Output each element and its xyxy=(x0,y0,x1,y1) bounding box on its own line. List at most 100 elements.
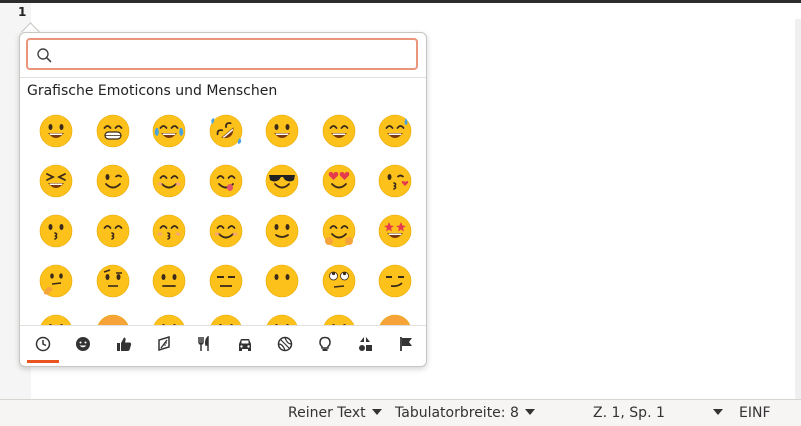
grinning-face-smiling-eyes-icon xyxy=(322,114,355,148)
emoji-grinning-face-big-eyes[interactable] xyxy=(253,107,309,157)
category-smileys-button[interactable] xyxy=(63,326,103,364)
emoji-category-bar xyxy=(20,326,426,366)
vertical-scrollbar[interactable] xyxy=(795,19,801,399)
chevron-down-icon xyxy=(524,409,535,415)
window-top-edge xyxy=(0,0,801,3)
emoji-rolling-on-floor-laughing[interactable] xyxy=(197,107,253,157)
car-icon xyxy=(238,339,251,351)
emoji-kissing-face-smiling-eyes[interactable] xyxy=(84,207,140,257)
emoji-face-without-mouth[interactable] xyxy=(253,257,309,307)
neutral-face-icon xyxy=(152,264,186,298)
emoji-partial-3[interactable] xyxy=(140,307,196,325)
emoji-search-input[interactable] xyxy=(58,43,412,67)
emoji-grinning-face-with-sweat[interactable] xyxy=(366,107,422,157)
cursor-position-label: Z. 1, Sp. 1 xyxy=(593,405,665,421)
ball-icon xyxy=(277,336,293,352)
category-activities-button[interactable] xyxy=(265,326,305,364)
category-objects-button[interactable] xyxy=(305,326,345,364)
emoji-hugging-face[interactable] xyxy=(310,207,366,257)
cursor-position-dropdown[interactable]: Z. 1, Sp. 1 xyxy=(593,400,723,426)
emoji-heart-eyes[interactable] xyxy=(310,157,366,207)
emoji-chooser-popover: Grafische Emoticons und Menschen xyxy=(19,32,427,367)
partial-7-icon xyxy=(379,314,411,325)
category-nature-button[interactable] xyxy=(144,326,184,364)
face-savoring-food-icon xyxy=(209,164,242,198)
kissing-face-icon xyxy=(39,214,73,248)
category-body-button[interactable] xyxy=(104,326,144,364)
heart-eyes-icon xyxy=(322,164,355,198)
winking-face-icon xyxy=(96,164,129,198)
emoji-partial-7[interactable] xyxy=(366,307,422,325)
emoji-slightly-smiling-face[interactable] xyxy=(253,207,309,257)
search-divider xyxy=(20,77,426,78)
thumbs-up-icon xyxy=(116,337,131,351)
emoji-smiling-face-smiling-eyes[interactable] xyxy=(140,157,196,207)
flag-icon xyxy=(399,337,412,351)
smiling-face-smiling-eyes-icon xyxy=(152,164,186,198)
fork-knife-icon xyxy=(198,336,209,351)
emoji-expressionless-face[interactable] xyxy=(197,257,253,307)
insert-mode-label: EINF xyxy=(739,405,771,421)
emoji-neutral-face[interactable] xyxy=(140,257,196,307)
thinking-face-icon xyxy=(39,264,73,298)
grinning-face-icon xyxy=(39,114,73,148)
tab-width-dropdown[interactable]: Tabulatorbreite: 8 xyxy=(395,400,535,426)
insert-mode-indicator[interactable]: EINF xyxy=(739,400,771,426)
emoji-grinning-face-smiling-eyes[interactable] xyxy=(310,107,366,157)
emoji-kissing-face[interactable] xyxy=(27,207,83,257)
emoji-smiling-face[interactable] xyxy=(197,207,253,257)
grinning-face-with-sweat-icon xyxy=(378,114,412,148)
hugging-face-icon xyxy=(322,214,355,248)
rolling-on-floor-laughing-icon xyxy=(209,114,242,148)
tab-width-label: Tabulatorbreite: 8 xyxy=(395,405,519,421)
emoji-partial-1[interactable] xyxy=(27,307,83,325)
face-with-tears-of-joy-icon xyxy=(152,114,186,148)
emoji-smiling-face-sunglasses[interactable] xyxy=(253,157,309,207)
chevron-down-icon xyxy=(712,409,723,415)
face-without-mouth-icon xyxy=(265,264,299,298)
emoji-face-with-tears-of-joy[interactable] xyxy=(140,107,196,157)
emoji-star-struck[interactable] xyxy=(366,207,422,257)
emoji-face-savoring-food[interactable] xyxy=(197,157,253,207)
emoji-thinking-face[interactable] xyxy=(27,257,83,307)
category-symbols-button[interactable] xyxy=(345,326,385,364)
emoji-grinning-face[interactable] xyxy=(27,107,83,157)
squinting-face-icon xyxy=(39,164,73,198)
clock-icon xyxy=(35,336,51,352)
chevron-down-icon xyxy=(371,409,382,415)
emoji-kissing-face-closed-eyes[interactable] xyxy=(140,207,196,257)
emoji-partial-6[interactable] xyxy=(310,307,366,325)
smiley-icon xyxy=(76,337,91,351)
emoji-section-title: Grafische Emoticons und Menschen xyxy=(27,83,278,99)
partial-5-icon xyxy=(266,314,298,325)
lightbulb-icon xyxy=(319,336,331,351)
emoji-face-rolling-eyes[interactable] xyxy=(310,257,366,307)
emoji-smirking-face[interactable] xyxy=(366,257,422,307)
category-food-button[interactable] xyxy=(184,326,224,364)
emoji-face-blowing-kiss[interactable] xyxy=(366,157,422,207)
emoji-squinting-face[interactable] xyxy=(27,157,83,207)
partial-1-icon xyxy=(40,314,72,325)
category-travel-button[interactable] xyxy=(225,326,265,364)
emoji-partial-5[interactable] xyxy=(253,307,309,325)
category-recent-button[interactable] xyxy=(23,326,63,364)
emoji-face-raised-eyebrow[interactable] xyxy=(84,257,140,307)
emoji-winking-face[interactable] xyxy=(84,157,140,207)
smiling-face-sunglasses-icon xyxy=(265,164,299,198)
partial-3-icon xyxy=(153,314,185,325)
emoji-beaming-face[interactable] xyxy=(84,107,140,157)
line-number: 1 xyxy=(18,5,27,19)
syntax-language-dropdown[interactable]: Reiner Text xyxy=(288,400,382,426)
partial-4-icon xyxy=(210,314,241,325)
search-icon xyxy=(37,48,52,63)
emoji-partial-4[interactable] xyxy=(197,307,253,325)
smirking-face-icon xyxy=(378,264,412,298)
slightly-smiling-face-icon xyxy=(265,214,299,248)
expressionless-face-icon xyxy=(209,264,242,298)
emoji-search-box[interactable] xyxy=(26,38,418,70)
smiling-face-icon xyxy=(209,214,242,248)
kissing-face-smiling-eyes-icon xyxy=(96,214,129,248)
category-flags-button[interactable] xyxy=(386,326,426,364)
emoji-partial-2[interactable] xyxy=(84,307,140,325)
face-blowing-kiss-icon xyxy=(378,164,412,198)
